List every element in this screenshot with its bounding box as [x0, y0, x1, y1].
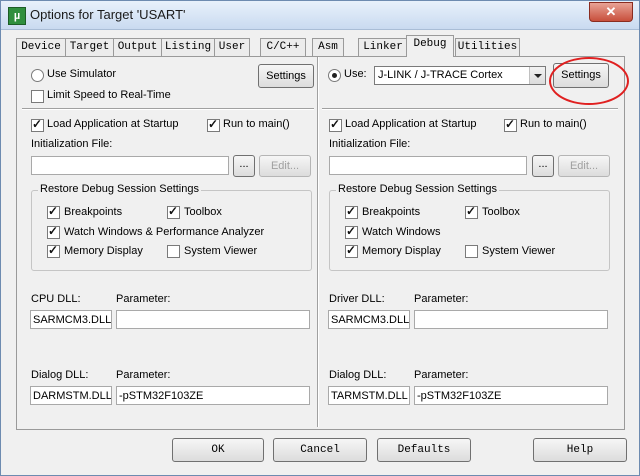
defaults-button[interactable]: Defaults: [377, 438, 471, 462]
right-init-file-input[interactable]: [329, 156, 527, 175]
left-dialog-param-label: Parameter:: [116, 369, 171, 381]
right-memory-label: Memory Display: [362, 245, 441, 257]
simulator-settings-button[interactable]: Settings: [258, 64, 314, 88]
left-browse-button[interactable]: ...: [233, 155, 255, 177]
right-dialog-dll-input[interactable]: TARMSTM.DLL: [328, 386, 410, 405]
right-separator: [322, 108, 618, 110]
right-breakpoints-checkbox[interactable]: [345, 204, 358, 219]
tab-utilities[interactable]: Utilities: [455, 38, 520, 56]
tab-debug[interactable]: Debug: [406, 35, 454, 57]
debug-driver-value: J-LINK / J-TRACE Cortex: [378, 69, 503, 81]
use-label: Use:: [344, 68, 367, 80]
left-init-file-label: Initialization File:: [31, 138, 113, 150]
left-init-file-input[interactable]: [31, 156, 229, 175]
left-memory-label: Memory Display: [64, 245, 143, 257]
left-load-app-label: Load Application at Startup: [47, 118, 179, 130]
driver-param-label: Parameter:: [414, 293, 469, 305]
left-memory-checkbox[interactable]: [47, 243, 60, 258]
tab-target[interactable]: Target: [65, 38, 114, 56]
use-simulator-radio[interactable]: [31, 69, 44, 82]
left-toolbox-checkbox[interactable]: [167, 204, 180, 219]
left-dialog-dll-label: Dialog DLL:: [31, 369, 89, 381]
driver-dll-label: Driver DLL:: [329, 293, 385, 305]
limit-speed-label: Limit Speed to Real-Time: [47, 89, 171, 101]
driver-dll-input[interactable]: SARMCM3.DLL: [328, 310, 410, 329]
chevron-down-icon[interactable]: [529, 67, 545, 84]
left-system-viewer-label: System Viewer: [184, 245, 258, 257]
right-init-file-label: Initialization File:: [329, 138, 411, 150]
right-run-to-main-label: Run to main(): [520, 118, 587, 130]
tab-asm[interactable]: Asm: [312, 38, 344, 56]
cpu-dll-label: CPU DLL:: [31, 293, 81, 305]
right-dialog-dll-label: Dialog DLL:: [329, 369, 387, 381]
right-memory-checkbox[interactable]: [345, 243, 358, 258]
right-run-to-main-checkbox[interactable]: [504, 117, 517, 132]
right-toolbox-label: Toolbox: [482, 206, 520, 218]
help-button[interactable]: Help: [533, 438, 627, 462]
left-breakpoints-label: Breakpoints: [64, 206, 123, 218]
right-edit-button[interactable]: Edit...: [558, 155, 610, 177]
right-dialog-param-input[interactable]: -pSTM32F103ZE: [414, 386, 608, 405]
red-annotation-circle: [549, 57, 629, 105]
tab-listing[interactable]: Listing: [161, 38, 215, 56]
tab-linker[interactable]: Linker: [358, 38, 408, 56]
cancel-button[interactable]: Cancel: [273, 438, 367, 462]
right-browse-button[interactable]: ...: [532, 155, 554, 177]
tab-output[interactable]: Output: [113, 38, 162, 56]
right-breakpoints-label: Breakpoints: [362, 206, 421, 218]
left-load-app-checkbox[interactable]: [31, 117, 44, 132]
limit-speed-checkbox[interactable]: [31, 90, 44, 103]
left-system-viewer-checkbox[interactable]: [167, 245, 180, 258]
left-breakpoints-checkbox[interactable]: [47, 204, 60, 219]
tab-device[interactable]: Device: [16, 38, 66, 56]
left-restore-group-title: Restore Debug Session Settings: [38, 183, 201, 195]
left-watch-label: Watch Windows & Performance Analyzer: [64, 226, 265, 238]
left-run-to-main-label: Run to main(): [223, 118, 290, 130]
right-system-viewer-checkbox[interactable]: [465, 245, 478, 258]
right-load-app-label: Load Application at Startup: [345, 118, 477, 130]
window-title: Options for Target 'USART': [30, 7, 186, 22]
cpu-param-input[interactable]: [116, 310, 310, 329]
left-edit-button[interactable]: Edit...: [259, 155, 311, 177]
ok-button[interactable]: OK: [172, 438, 264, 462]
left-toolbox-label: Toolbox: [184, 206, 222, 218]
left-dialog-param-input[interactable]: -pSTM32F103ZE: [116, 386, 310, 405]
left-watch-checkbox[interactable]: [47, 224, 60, 239]
column-divider-highlight: [318, 57, 319, 427]
right-dialog-param-label: Parameter:: [414, 369, 469, 381]
use-driver-radio[interactable]: [328, 69, 341, 82]
use-simulator-label: Use Simulator: [47, 68, 117, 80]
title-bar: µ Options for Target 'USART' ✕: [1, 1, 639, 30]
right-load-app-checkbox[interactable]: [329, 117, 342, 132]
driver-param-input[interactable]: [414, 310, 608, 329]
left-dialog-dll-input[interactable]: DARMSTM.DLL: [30, 386, 112, 405]
right-watch-checkbox[interactable]: [345, 224, 358, 239]
right-toolbox-checkbox[interactable]: [465, 204, 478, 219]
close-button[interactable]: ✕: [589, 2, 633, 22]
tab-cpp[interactable]: C/C++: [260, 38, 306, 56]
cpu-dll-input[interactable]: SARMCM3.DLL: [30, 310, 112, 329]
debug-driver-select[interactable]: J-LINK / J-TRACE Cortex: [374, 66, 546, 85]
cpu-param-label: Parameter:: [116, 293, 171, 305]
left-separator: [22, 108, 314, 110]
keil-app-icon: µ: [8, 7, 26, 25]
tab-user[interactable]: User: [214, 38, 250, 56]
left-run-to-main-checkbox[interactable]: [207, 117, 220, 132]
right-system-viewer-label: System Viewer: [482, 245, 556, 257]
right-restore-group-title: Restore Debug Session Settings: [336, 183, 499, 195]
right-watch-label: Watch Windows: [362, 226, 441, 238]
